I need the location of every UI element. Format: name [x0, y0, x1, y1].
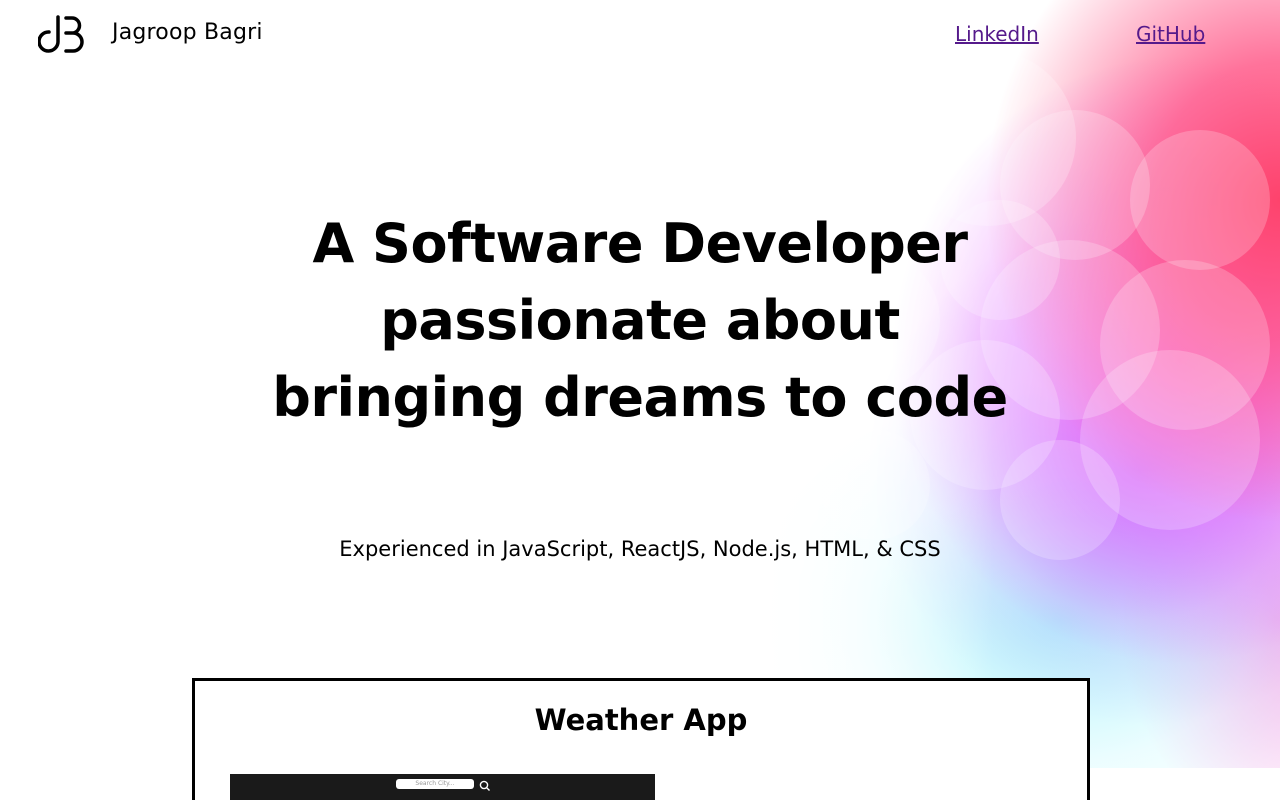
bottom-mask: [1088, 768, 1280, 800]
hero-subtitle: Experienced in JavaScript, ReactJS, Node…: [339, 537, 941, 561]
project-card-weather-app: Weather App Search City...: [192, 678, 1090, 800]
jb-monogram-icon[interactable]: [37, 14, 86, 54]
hero-section: A Software Developer passionate about br…: [0, 205, 1280, 436]
hero-title-line: bringing dreams to code: [272, 366, 1008, 429]
hero-title-line: passionate about: [380, 289, 900, 352]
magnifier-icon: [479, 777, 491, 791]
hero-title: A Software Developer passionate about br…: [0, 205, 1280, 436]
github-link[interactable]: GitHub: [1136, 22, 1205, 46]
site-header: Jagroop Bagri LinkedIn GitHub: [0, 0, 1280, 70]
hero-title-line: A Software Developer: [312, 212, 968, 275]
project-title: Weather App: [534, 703, 748, 737]
brand-name: Jagroop Bagri: [112, 20, 263, 45]
project-preview-image[interactable]: Search City...: [230, 774, 655, 800]
preview-search-input: Search City...: [396, 779, 474, 789]
linkedin-link[interactable]: LinkedIn: [955, 22, 1039, 46]
page: Jagroop Bagri LinkedIn GitHub A Software…: [0, 0, 1280, 800]
